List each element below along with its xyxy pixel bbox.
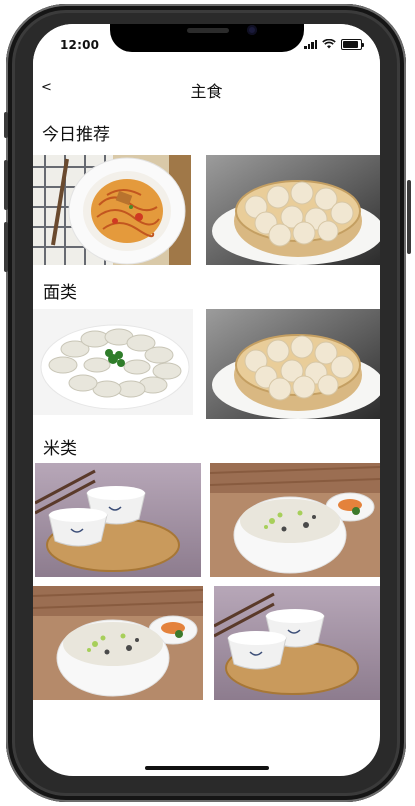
side-button-mute: [4, 112, 8, 138]
status-icons: [304, 38, 364, 50]
congee-image: [210, 463, 380, 577]
signal-icon: [304, 39, 317, 49]
rice-bowls-image-2: [214, 586, 380, 700]
food-tile-rice-bowls[interactable]: [35, 463, 201, 577]
soup-dumplings-image: [206, 155, 380, 265]
side-button-power: [407, 180, 411, 254]
battery-icon: [341, 38, 364, 50]
status-time: 12:00: [60, 38, 100, 52]
food-tile-congee-2[interactable]: [33, 586, 203, 700]
home-indicator[interactable]: [145, 766, 269, 770]
page-title: 主食: [190, 82, 223, 101]
food-tile-soup-dumplings-2[interactable]: [206, 309, 380, 419]
wifi-icon: [322, 39, 336, 49]
side-button-volume-down: [4, 222, 8, 272]
phone-mockup: 12:00 < 主食 今日推荐 面类 米类: [0, 0, 415, 806]
rice-bowls-image: [35, 463, 201, 577]
congee-image-2: [33, 586, 203, 700]
section-title-recommended: 今日推荐: [42, 125, 110, 145]
section-title-noodles: 面类: [43, 283, 77, 303]
notch: [110, 24, 304, 52]
side-button-volume-up: [4, 160, 8, 210]
front-camera: [247, 25, 257, 35]
section-title-rice: 米类: [43, 439, 77, 459]
food-tile-congee[interactable]: [210, 463, 380, 577]
dumplings-image: [33, 309, 193, 415]
status-bar: 12:00: [33, 24, 380, 70]
soup-dumplings-image-2: [206, 309, 380, 419]
app-screen: 12:00 < 主食 今日推荐 面类 米类: [33, 24, 380, 776]
speaker-grille: [187, 28, 229, 33]
nav-bar: < 主食: [33, 70, 380, 110]
food-tile-dumplings[interactable]: [33, 309, 193, 415]
spaghetti-image: [33, 155, 191, 265]
food-tile-spaghetti[interactable]: [33, 155, 191, 265]
food-tile-rice-bowls-2[interactable]: [214, 586, 380, 700]
food-tile-soup-dumplings[interactable]: [206, 155, 380, 265]
